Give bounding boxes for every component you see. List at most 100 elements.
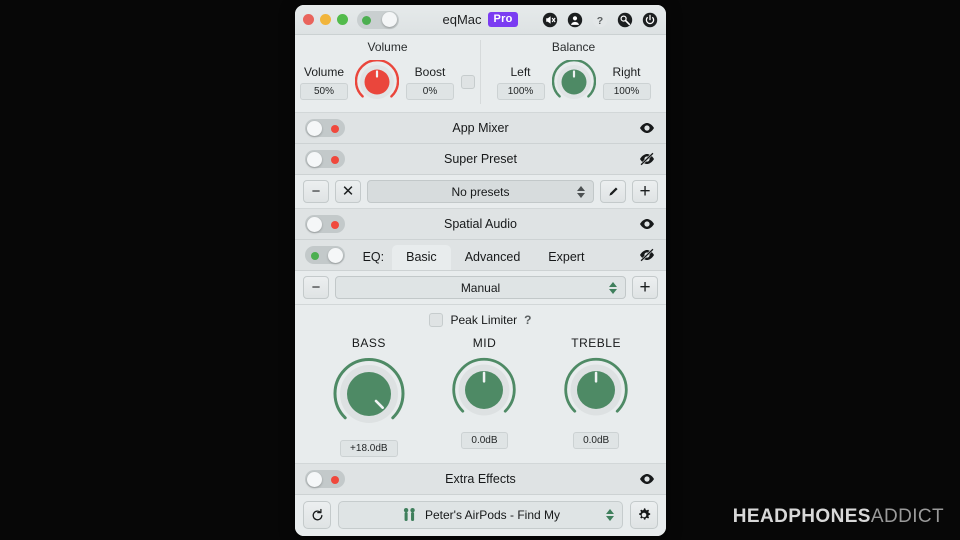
- toggle-knob: [382, 12, 397, 27]
- app-mixer-toggle[interactable]: [305, 119, 345, 137]
- refresh-devices-button[interactable]: [303, 501, 331, 529]
- balance-right-value[interactable]: 100%: [602, 82, 651, 100]
- eq-band-panel: Peak Limiter ? BASS +18.0dB MID 0.0dB TR…: [295, 305, 666, 464]
- eq-tabs-row: EQ: Basic Advanced Expert: [295, 240, 666, 271]
- peak-limiter-checkbox[interactable]: [429, 313, 444, 327]
- volume-heading: Volume: [367, 40, 408, 54]
- eq-tab-group: EQ: Basic Advanced Expert: [295, 245, 666, 270]
- settings-icon[interactable]: [617, 12, 633, 28]
- eq-preset-remove-button[interactable]: −: [303, 276, 329, 299]
- zoom-button[interactable]: [337, 14, 348, 25]
- toggle-indicator-dot: [331, 155, 339, 164]
- pro-badge[interactable]: Pro: [487, 12, 519, 27]
- mute-icon[interactable]: [542, 12, 558, 28]
- help-icon[interactable]: ?: [592, 12, 608, 28]
- preset-control-row: − ✕ No presets +: [295, 175, 666, 209]
- band-mid-knob[interactable]: [451, 357, 517, 423]
- tab-expert[interactable]: Expert: [534, 245, 598, 270]
- spatial-audio-title: Spatial Audio: [444, 217, 517, 231]
- tab-basic[interactable]: Basic: [392, 245, 451, 270]
- band-mid-value[interactable]: 0.0dB: [461, 432, 508, 449]
- band-knob-group: BASS +18.0dB MID 0.0dB TREBLE 0.0dB: [295, 336, 666, 457]
- balance-heading: Balance: [551, 40, 596, 54]
- preset-clear-button[interactable]: ✕: [335, 180, 361, 203]
- preset-select[interactable]: No presets: [367, 180, 594, 203]
- preset-edit-button[interactable]: [600, 180, 626, 203]
- balance-panel: Balance Left 100% Right 100%: [481, 40, 666, 104]
- balance-left-label: Left: [510, 64, 531, 79]
- eq-preset-add-button[interactable]: +: [632, 276, 658, 299]
- band-treble-knob[interactable]: [563, 357, 629, 423]
- preset-stepper-icon[interactable]: [577, 185, 585, 198]
- minimize-button[interactable]: [320, 14, 331, 25]
- spatial-audio-toggle[interactable]: [305, 215, 345, 233]
- output-device-stepper-icon[interactable]: [606, 509, 614, 521]
- eq-preset-select[interactable]: Manual: [335, 276, 626, 299]
- app-mixer-visibility-eye-icon[interactable]: [638, 119, 656, 137]
- section-extra-effects: Extra Effects: [295, 464, 666, 495]
- band-bass-knob[interactable]: [332, 357, 406, 431]
- peak-limiter-help-icon[interactable]: ?: [524, 313, 531, 327]
- spatial-audio-visibility-eye-icon[interactable]: [638, 215, 656, 233]
- extra-effects-visibility-eye-icon[interactable]: [638, 470, 656, 488]
- section-spatial-audio: Spatial Audio: [295, 209, 666, 240]
- boost-checkbox[interactable]: [461, 75, 475, 89]
- band-bass: BASS +18.0dB: [332, 336, 406, 457]
- titlebar-icon-group: ?: [542, 12, 658, 28]
- device-settings-button[interactable]: [630, 501, 658, 529]
- preset-select-value: No presets: [451, 184, 510, 199]
- tab-advanced[interactable]: Advanced: [451, 245, 535, 270]
- eq-preset-select-value: Manual: [460, 280, 501, 295]
- boost-label: Boost: [414, 64, 446, 79]
- peak-limiter-row: Peak Limiter ?: [429, 313, 532, 327]
- output-device-name: Peter's AirPods - Find My: [425, 508, 560, 522]
- band-treble-value[interactable]: 0.0dB: [573, 432, 620, 449]
- toggle-indicator-dot: [311, 251, 319, 260]
- toggle-indicator-dot: [362, 15, 371, 25]
- watermark-bold-text: HEADPHONES: [732, 506, 871, 527]
- balance-knob[interactable]: [551, 60, 596, 104]
- band-treble: TREBLE 0.0dB: [563, 336, 629, 457]
- toggle-indicator-dot: [331, 220, 339, 229]
- balance-right-label: Right: [612, 64, 641, 79]
- account-icon[interactable]: [567, 12, 583, 28]
- close-button[interactable]: [303, 14, 314, 25]
- eq-label: EQ:: [362, 250, 385, 264]
- airpods-icon: [403, 508, 415, 521]
- svg-text:?: ?: [597, 15, 603, 27]
- eq-preset-stepper-icon[interactable]: [609, 281, 617, 294]
- boost-value[interactable]: 0%: [406, 82, 454, 100]
- preset-remove-button[interactable]: −: [303, 180, 329, 203]
- volume-balance-panel: Volume Volume 50% Boost 0% Balance Left …: [295, 35, 666, 113]
- output-device-select[interactable]: Peter's AirPods - Find My: [338, 501, 623, 529]
- preset-add-button[interactable]: +: [632, 180, 658, 203]
- band-bass-value[interactable]: +18.0dB: [340, 440, 398, 457]
- app-title: eqMac: [442, 12, 482, 27]
- super-preset-title: Super Preset: [444, 152, 517, 166]
- balance-left-value[interactable]: 100%: [496, 82, 545, 100]
- eq-toggle[interactable]: [305, 246, 345, 264]
- master-power-toggle[interactable]: [357, 10, 399, 29]
- super-preset-visibility-eye-slash-icon[interactable]: [638, 150, 656, 168]
- toggle-knob: [328, 247, 343, 263]
- gear-icon: [639, 508, 651, 520]
- band-treble-label: TREBLE: [571, 336, 621, 350]
- title-bar: eqMac Pro ?: [295, 5, 666, 35]
- power-icon[interactable]: [642, 12, 658, 28]
- extra-effects-title: Extra Effects: [445, 472, 516, 486]
- volume-knob[interactable]: [355, 60, 399, 104]
- output-device-row: Peter's AirPods - Find My: [295, 495, 666, 536]
- section-super-preset: Super Preset: [295, 144, 666, 175]
- toggle-indicator-dot: [331, 124, 339, 133]
- eq-visibility-eye-slash-icon[interactable]: [638, 246, 656, 264]
- extra-effects-toggle[interactable]: [305, 470, 345, 488]
- peak-limiter-label: Peak Limiter: [450, 313, 518, 327]
- toggle-knob: [307, 120, 322, 136]
- super-preset-toggle[interactable]: [305, 150, 345, 168]
- volume-value[interactable]: 50%: [300, 82, 348, 100]
- band-mid: MID 0.0dB: [451, 336, 517, 457]
- watermark: HEADPHONESADDICT: [733, 506, 944, 528]
- pencil-icon: [608, 187, 618, 196]
- toggle-knob: [307, 471, 322, 487]
- desktop-background: eqMac Pro ? Volume Volume 50% Boost 0% B…: [0, 0, 960, 540]
